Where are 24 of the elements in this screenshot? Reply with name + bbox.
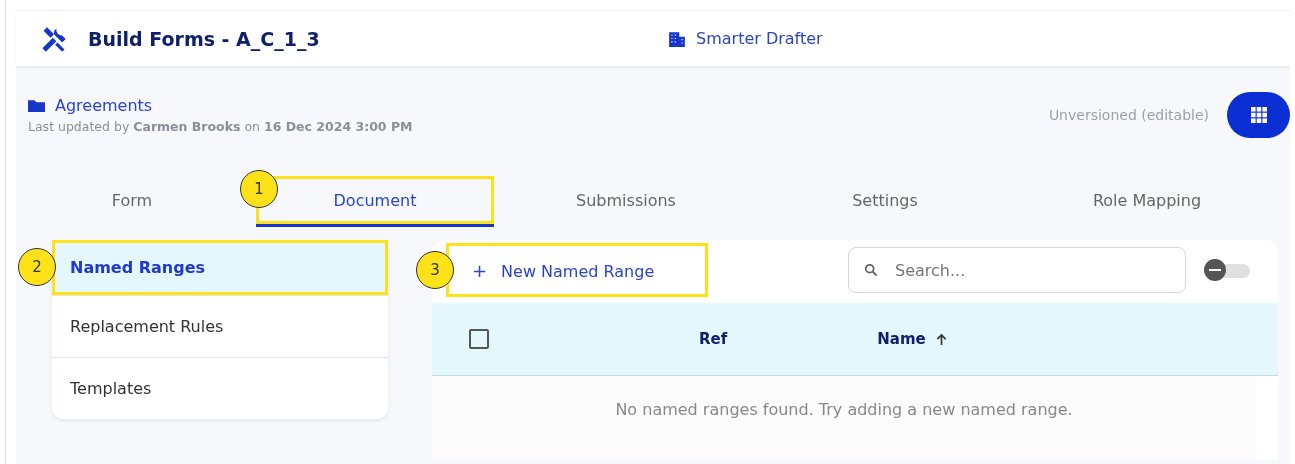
page-title: Build Forms - A_C_1_3 — [88, 27, 320, 50]
toggle-switch[interactable] — [1204, 259, 1250, 281]
tab[interactable]: Submissions — [494, 176, 758, 224]
tab[interactable]: Settings — [758, 176, 1012, 224]
column-header[interactable]: Name — [877, 330, 947, 348]
callout-number: 1 — [240, 170, 278, 208]
workspace-link[interactable]: Smarter Drafter — [696, 29, 823, 48]
search-field[interactable]: Search... — [848, 247, 1186, 293]
sidebar-item[interactable]: Named Ranges — [52, 240, 388, 295]
last-updated-text: Last updated by Carmen Brooks on 16 Dec 2024 3:00 PM — [28, 119, 413, 134]
folder-link[interactable]: Agreements — [55, 96, 153, 115]
column-header[interactable]: Ref — [699, 330, 728, 348]
folder-icon — [28, 99, 45, 112]
tab[interactable]: Role Mapping — [1012, 176, 1282, 224]
checkbox[interactable] — [469, 329, 489, 349]
callout-number: 2 — [18, 248, 56, 286]
version-status: Unversioned (editable) — [1048, 107, 1209, 123]
grid-icon — [1250, 107, 1267, 123]
sidebar-item[interactable]: Templates — [52, 358, 388, 419]
tab[interactable]: Form — [28, 176, 236, 224]
apps-button[interactable] — [1227, 92, 1290, 138]
search-icon — [864, 263, 878, 277]
callout-number: 3 — [416, 251, 454, 289]
building-icon — [668, 29, 686, 48]
